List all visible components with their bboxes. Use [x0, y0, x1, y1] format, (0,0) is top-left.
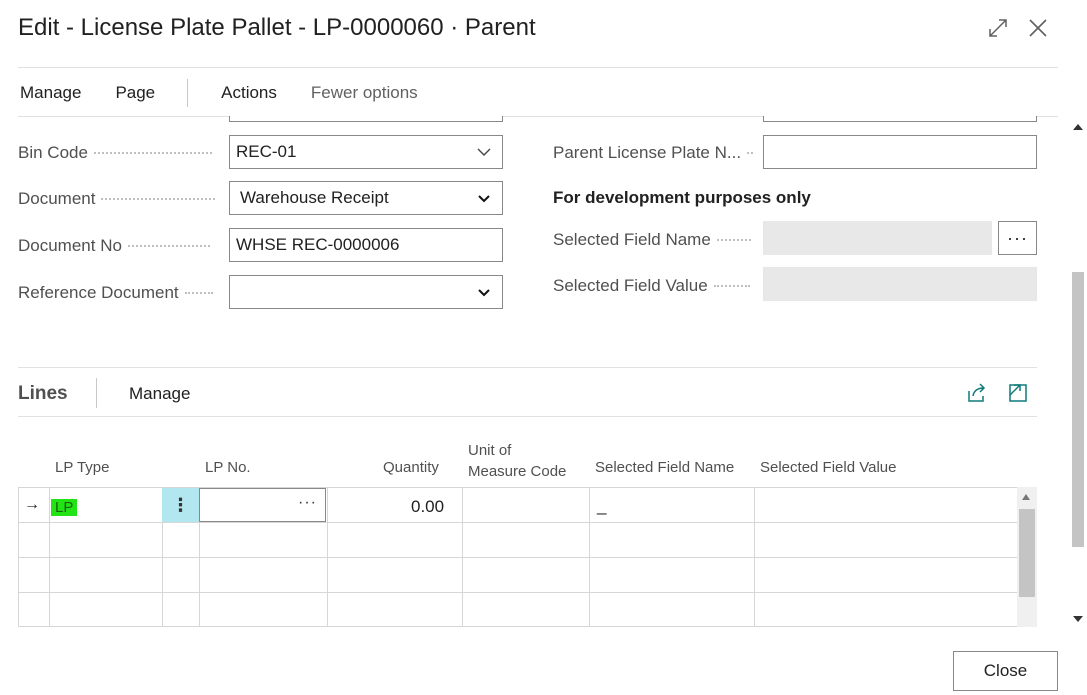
- document-label: Document: [18, 189, 216, 209]
- menu-fewer-options[interactable]: Fewer options: [311, 83, 418, 103]
- grid-row-line: [19, 592, 1017, 593]
- document-value: Warehouse Receipt: [240, 188, 389, 207]
- lp-type-value: LP: [51, 499, 78, 516]
- col-header-selected-field-name[interactable]: Selected Field Name: [595, 458, 734, 478]
- document-no-value: WHSE REC-0000006: [236, 235, 400, 254]
- col-header-lp-no[interactable]: LP No.: [205, 458, 251, 478]
- col-header-uom-line2: Measure Code: [468, 463, 567, 480]
- scroll-down-icon[interactable]: [1073, 616, 1083, 622]
- selected-field-name-field: [763, 221, 992, 255]
- row-context-menu-button[interactable]: ⋮: [162, 488, 199, 522]
- col-header-quantity[interactable]: Quantity: [383, 458, 439, 478]
- reference-document-label: Reference Document: [18, 283, 213, 303]
- bin-code-field[interactable]: REC-01: [229, 135, 503, 169]
- parent-license-plate-field[interactable]: [763, 135, 1037, 169]
- lp-no-input[interactable]: ···: [199, 488, 326, 522]
- selected-field-value-label: Selected Field Value: [553, 276, 750, 296]
- col-header-selected-field-value[interactable]: Selected Field Value: [760, 458, 896, 478]
- grid-scroll-up-icon[interactable]: [1022, 494, 1030, 500]
- close-button[interactable]: Close: [953, 651, 1058, 691]
- grid-row-line: [19, 522, 1017, 523]
- document-no-field[interactable]: WHSE REC-0000006: [229, 228, 503, 262]
- document-no-label: Document No: [18, 236, 210, 256]
- dropdown-arrow-icon[interactable]: [476, 284, 492, 300]
- action-bar: Manage Page Actions Fewer options: [20, 79, 418, 107]
- scrolled-field-right: [763, 116, 1037, 122]
- reference-document-select[interactable]: [229, 275, 503, 309]
- page-scrollbar[interactable]: [1069, 116, 1087, 632]
- selected-field-name-lookup-button[interactable]: ···: [998, 221, 1037, 255]
- quantity-cell[interactable]: 0.00: [411, 497, 444, 517]
- grid-scrollbar-thumb[interactable]: [1019, 509, 1035, 597]
- col-header-lp-type[interactable]: LP Type: [55, 458, 110, 478]
- lines-title[interactable]: Lines: [18, 383, 68, 405]
- dev-section-title: For development purposes only: [553, 188, 811, 207]
- bin-code-value: REC-01: [236, 142, 297, 161]
- grid-scrollbar[interactable]: [1017, 487, 1037, 627]
- close-icon: [1029, 19, 1047, 37]
- close-dialog-button[interactable]: [1024, 14, 1052, 42]
- scroll-up-icon[interactable]: [1073, 124, 1083, 130]
- expand-icon: [989, 19, 1007, 37]
- lp-no-lookup-button[interactable]: ···: [298, 494, 317, 512]
- chevron-down-icon[interactable]: [476, 144, 492, 160]
- lines-top-divider: [18, 367, 1037, 368]
- expand-button[interactable]: [984, 14, 1012, 42]
- lines-separator: [96, 378, 97, 408]
- menu-page[interactable]: Page: [115, 83, 155, 103]
- selected-field-name-label: Selected Field Name: [553, 230, 751, 250]
- lines-manage-button[interactable]: Manage: [129, 384, 190, 404]
- vertical-ellipsis-icon: ⋮: [171, 494, 190, 515]
- selected-field-name-cell[interactable]: _: [597, 496, 606, 516]
- dialog-title: Edit - License Plate Pallet - LP-0000060…: [18, 14, 536, 41]
- bin-code-label: Bin Code: [18, 143, 212, 163]
- lines-header-divider: [18, 416, 1037, 417]
- col-header-uom[interactable]: Unit of Measure Code: [468, 441, 566, 482]
- menu-actions[interactable]: Actions: [221, 83, 277, 103]
- col-header-uom-line1: Unit of: [468, 442, 512, 459]
- document-select[interactable]: Warehouse Receipt: [229, 181, 503, 215]
- selected-field-value-field: [763, 267, 1037, 301]
- parent-license-plate-label: Parent License Plate N...: [553, 143, 754, 163]
- current-row-indicator: →: [24, 496, 40, 513]
- title-divider: [18, 67, 1058, 68]
- menu-manage[interactable]: Manage: [20, 83, 81, 103]
- grid-row-line: [19, 557, 1017, 558]
- menu-separator: [187, 79, 189, 107]
- page-scrollbar-thumb[interactable]: [1072, 272, 1084, 547]
- dropdown-arrow-icon[interactable]: [476, 190, 492, 206]
- scrolled-field-left: [229, 116, 503, 122]
- share-icon[interactable]: [965, 381, 989, 405]
- lp-type-cell[interactable]: LP: [51, 497, 78, 517]
- open-in-new-window-icon[interactable]: [1006, 381, 1030, 405]
